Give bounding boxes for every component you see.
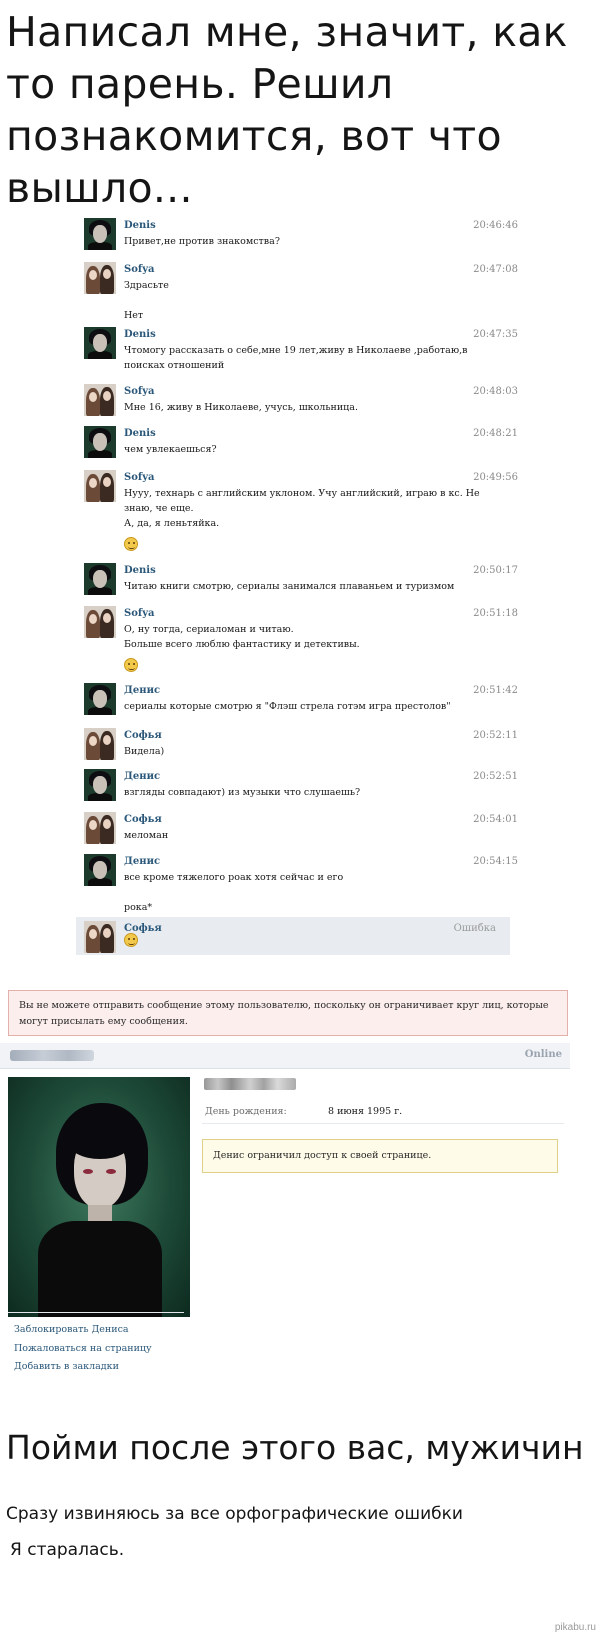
message-history: Denis 20:46:46 Привет,не против знакомства… xyxy=(0,0,600,1010)
sender-name[interactable]: Denis xyxy=(124,428,156,439)
message-text: Нууу, технарь с английским уклоном. Учу … xyxy=(124,486,480,556)
avatar[interactable] xyxy=(84,327,116,359)
avatar[interactable] xyxy=(84,921,116,953)
message-text: меломан xyxy=(124,828,464,843)
message-line: рока* xyxy=(124,902,153,913)
message-line: Чтомогу рассказать о себе,мне 19 лет,жив… xyxy=(124,345,468,356)
message-line: Здрасьте xyxy=(124,280,169,291)
message-time: 20:48:21 xyxy=(473,428,518,439)
message-time: 20:52:51 xyxy=(473,771,518,782)
message-time: 20:49:56 xyxy=(473,472,518,483)
sender-name[interactable]: Sofya xyxy=(124,264,154,275)
message-text: Чтомогу рассказать о себе,мне 19 лет,жив… xyxy=(124,343,468,373)
smile-emoji xyxy=(124,658,138,672)
profile-panel: Online День рождения: 8 июня 1995 г. Ден… xyxy=(0,1043,570,1393)
profile-header: Online xyxy=(0,1043,570,1069)
send-error-notice: Вы не можете отправить сообщение этому п… xyxy=(8,990,568,1036)
message-text: Видела) xyxy=(124,744,464,759)
footer-line: Сразу извиняюсь за все орфографические о… xyxy=(6,1504,463,1524)
add-bookmark-link[interactable]: Добавить в закладки xyxy=(14,1358,152,1377)
send-error-text: Вы не можете отправить сообщение этому п… xyxy=(19,1000,549,1027)
message-time: 20:51:42 xyxy=(473,685,518,696)
watermark: pikabu.ru xyxy=(554,1622,596,1633)
message-line: чем увлекаешься? xyxy=(124,444,217,455)
message-text: чем увлекаешься? xyxy=(124,442,464,457)
message-time: 20:47:35 xyxy=(473,329,518,340)
message-time: 20:46:46 xyxy=(473,220,518,231)
sender-name[interactable]: Denis xyxy=(124,565,156,576)
message-text: все кроме тяжелого роак хотя сейчас и ег… xyxy=(124,870,464,915)
sender-name[interactable]: Denis xyxy=(124,220,156,231)
avatar[interactable] xyxy=(84,218,116,250)
avatar[interactable] xyxy=(84,769,116,801)
profile-status-redacted xyxy=(204,1078,296,1090)
message-time: 20:48:03 xyxy=(473,386,518,397)
message-line: Читаю книги смотрю, сериалы занимался пл… xyxy=(124,581,455,592)
message-time: 20:52:11 xyxy=(473,730,518,741)
sender-name[interactable]: Софья xyxy=(124,814,162,825)
smile-emoji xyxy=(124,933,138,947)
message-text: Читаю книги смотрю, сериалы занимался пл… xyxy=(124,579,464,594)
divider xyxy=(202,1123,564,1124)
message-line: взгляды совпадают) из музыки что слушаеш… xyxy=(124,787,361,798)
profile-name-redacted xyxy=(10,1050,94,1061)
bottom-caption: Пойми после этого вас, мужичин xyxy=(6,1428,584,1467)
message-line: Больше всего люблю фантастику и детектив… xyxy=(124,639,360,650)
avatar[interactable] xyxy=(84,606,116,638)
profile-photo[interactable] xyxy=(8,1077,190,1317)
sender-name[interactable]: Денис xyxy=(124,771,160,782)
sender-name[interactable]: Sofya xyxy=(124,386,154,397)
message-time: 20:51:18 xyxy=(473,608,518,619)
message-time: 20:54:15 xyxy=(473,856,518,867)
avatar[interactable] xyxy=(84,563,116,595)
message-line: Мне 16, живу в Николаеве, учусь, школьни… xyxy=(124,402,358,413)
sender-name[interactable]: Sofya xyxy=(124,472,154,483)
message-line: сериалы которые смотрю я "Флэш стрела го… xyxy=(124,701,451,712)
avatar[interactable] xyxy=(84,384,116,416)
message-line: О, ну тогда, сериаломан и читаю. xyxy=(124,624,294,635)
message-text: Привет,не против знакомства? xyxy=(124,234,464,249)
message-time: 20:47:08 xyxy=(473,264,518,275)
profile-actions-menu: Заблокировать Дениса Пожаловаться на стр… xyxy=(14,1321,152,1377)
avatar[interactable] xyxy=(84,812,116,844)
laughing-emoji xyxy=(124,537,138,551)
message-line: знаю, че еще. xyxy=(124,503,194,514)
avatar[interactable] xyxy=(84,262,116,294)
message-time: 20:54:01 xyxy=(473,814,518,825)
sender-name[interactable]: Denis xyxy=(124,329,156,340)
footer-line: Я старалась. xyxy=(10,1540,125,1560)
message-text: сериалы которые смотрю я "Флэш стрела го… xyxy=(124,699,464,714)
block-user-link[interactable]: Заблокировать Дениса xyxy=(14,1321,152,1340)
avatar[interactable] xyxy=(84,683,116,715)
divider xyxy=(8,1312,184,1313)
report-page-link[interactable]: Пожаловаться на страницу xyxy=(14,1340,152,1359)
message-line: Привет,не против знакомства? xyxy=(124,236,280,247)
access-restricted-text: Денис ограничил доступ к своей странице. xyxy=(213,1150,432,1161)
message-line: А, да, я леньтяйка. xyxy=(124,518,220,529)
birthday-label: День рождения: xyxy=(205,1106,287,1117)
message-text: О, ну тогда, сериаломан и читаю. Больше в… xyxy=(124,622,464,677)
avatar[interactable] xyxy=(84,426,116,458)
sender-name[interactable]: Денис xyxy=(124,685,160,696)
avatar[interactable] xyxy=(84,470,116,502)
access-restricted-notice: Денис ограничил доступ к своей странице. xyxy=(202,1139,558,1173)
message-line: поисках отношений xyxy=(124,360,225,371)
sender-name[interactable]: Sofya xyxy=(124,608,154,619)
failed-message-item: Софья Ошибка xyxy=(76,917,510,955)
sender-name[interactable]: Софья xyxy=(124,730,162,741)
online-status: Online xyxy=(524,1049,562,1060)
avatar[interactable] xyxy=(84,728,116,760)
message-text: Здрасьте Нет xyxy=(124,278,464,323)
message-line: Видела) xyxy=(124,746,165,757)
message-line: Нууу, технарь с английским уклоном. Учу … xyxy=(124,488,480,499)
message-text: Мне 16, живу в Николаеве, учусь, школьни… xyxy=(124,400,464,415)
message-time: 20:50:17 xyxy=(473,565,518,576)
message-line: Нет xyxy=(124,310,144,321)
message-line: все кроме тяжелого роак хотя сейчас и ег… xyxy=(124,872,344,883)
message-line: меломан xyxy=(124,830,169,841)
birthday-value: 8 июня 1995 г. xyxy=(328,1106,403,1117)
message-text: взгляды совпадают) из музыки что слушаеш… xyxy=(124,785,464,800)
avatar[interactable] xyxy=(84,854,116,886)
sender-name[interactable]: Денис xyxy=(124,856,160,867)
